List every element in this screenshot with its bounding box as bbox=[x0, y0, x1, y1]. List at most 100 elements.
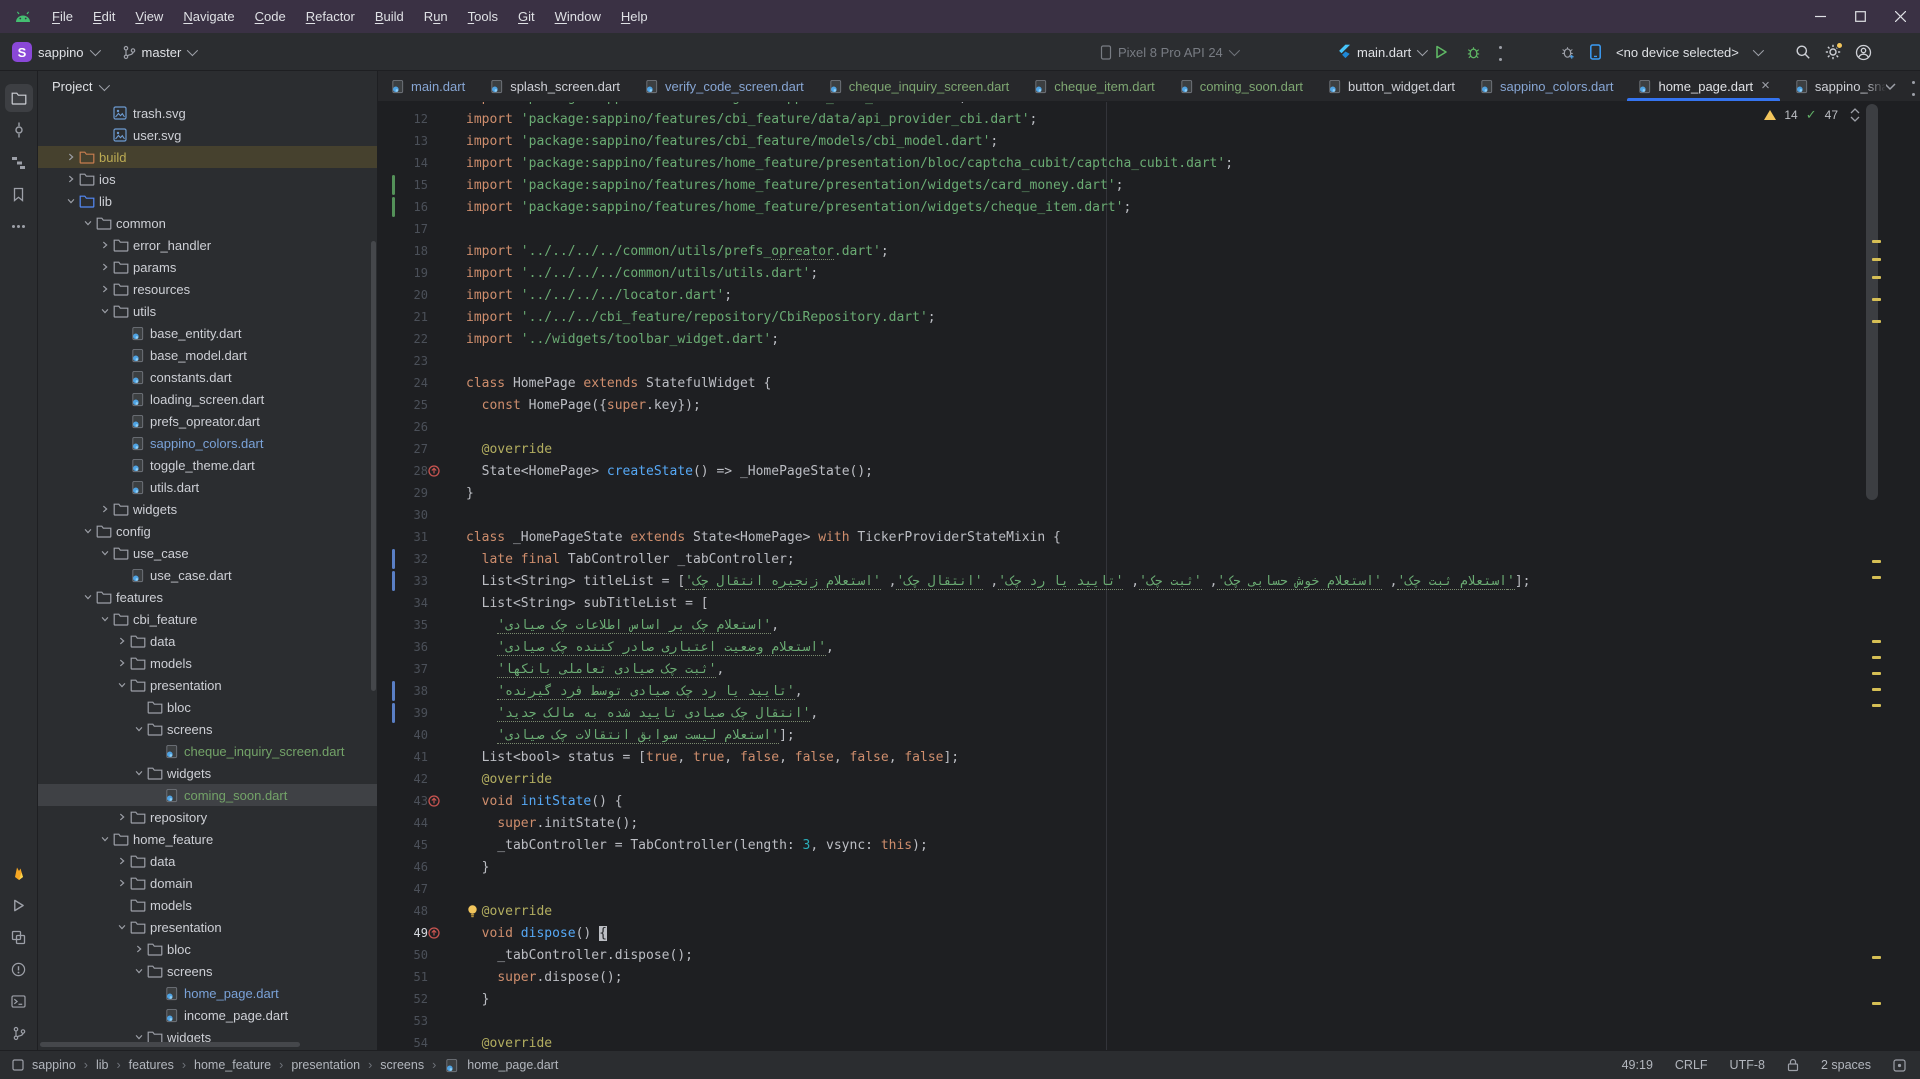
menu-navigate[interactable]: Navigate bbox=[173, 9, 244, 24]
device-selector[interactable]: Pixel 8 Pro API 24 bbox=[1100, 33, 1237, 71]
editor-tab-home_page-dart[interactable]: home_page.dart× bbox=[1625, 71, 1781, 101]
tree-chevron-icon[interactable] bbox=[114, 812, 130, 822]
search-everywhere-icon[interactable] bbox=[1795, 44, 1811, 60]
editor-tab-sappino_sna[interactable]: sappino_sna bbox=[1782, 71, 1886, 101]
code-line-22[interactable]: 22import '../widgets/toolbar_widget.dart… bbox=[378, 328, 1920, 350]
tree-item-common[interactable]: common bbox=[38, 212, 377, 234]
tree-horizontal-scrollbar[interactable] bbox=[40, 1042, 300, 1047]
tree-chevron-icon[interactable] bbox=[97, 614, 113, 624]
tree-item-lib[interactable]: lib bbox=[38, 190, 377, 212]
code-line-40[interactable]: 40 'استعلام لیست سوابق انتقالات چک صیادی… bbox=[378, 724, 1920, 746]
tree-chevron-icon[interactable] bbox=[80, 218, 96, 228]
code-line-34[interactable]: 34 List<String> subTitleList = [ bbox=[378, 592, 1920, 614]
code-line-28[interactable]: 28 State<HomePage> createState() => _Hom… bbox=[378, 460, 1920, 482]
git-branch-widget[interactable]: master bbox=[142, 45, 182, 60]
project-name-widget[interactable]: sappino bbox=[38, 45, 84, 60]
warning-stripe-mark[interactable] bbox=[1872, 258, 1881, 261]
tree-chevron-icon[interactable] bbox=[114, 878, 130, 888]
tree-item-models[interactable]: models bbox=[38, 894, 377, 916]
tree-item-toggle_theme-dart[interactable]: toggle_theme.dart bbox=[38, 454, 377, 476]
tree-chevron-icon[interactable] bbox=[114, 680, 130, 690]
breadcrumb-features[interactable]: features bbox=[129, 1058, 174, 1072]
editor-tab-button_widget-dart[interactable]: button_widget.dart bbox=[1315, 71, 1467, 101]
settings-gear-icon[interactable] bbox=[1825, 44, 1841, 60]
tree-item-cbi_feature[interactable]: cbi_feature bbox=[38, 608, 377, 630]
tree-item-utils[interactable]: utils bbox=[38, 300, 377, 322]
tree-item-models[interactable]: models bbox=[38, 652, 377, 674]
menu-git[interactable]: Git bbox=[508, 9, 545, 24]
menu-refactor[interactable]: Refactor bbox=[296, 9, 365, 24]
code-line-29[interactable]: 29} bbox=[378, 482, 1920, 504]
debug-button[interactable] bbox=[1466, 45, 1481, 60]
profile-account-icon[interactable] bbox=[1855, 44, 1872, 61]
breadcrumb-screens[interactable]: screens bbox=[380, 1058, 424, 1072]
code-line-23[interactable]: 23 bbox=[378, 350, 1920, 372]
tree-chevron-icon[interactable] bbox=[97, 834, 113, 844]
editor-tab-sappino_colors-dart[interactable]: sappino_colors.dart bbox=[1467, 71, 1625, 101]
code-line-35[interactable]: 35 'استعلام چک بر اساس اطلاعات چک صیادی'… bbox=[378, 614, 1920, 636]
tree-item-ios[interactable]: ios bbox=[38, 168, 377, 190]
run-tool-icon[interactable] bbox=[5, 891, 33, 919]
tree-item-user-svg[interactable]: user.svg bbox=[38, 124, 377, 146]
inspections-widget[interactable]: 14 ✓ 47 bbox=[1764, 107, 1860, 123]
tree-item-trash-svg[interactable]: trash.svg bbox=[38, 102, 377, 124]
code-line-17[interactable]: 17 bbox=[378, 218, 1920, 240]
tree-chevron-icon[interactable] bbox=[114, 658, 130, 668]
line-separator-widget[interactable]: CRLF bbox=[1675, 1058, 1708, 1072]
tree-item-widgets[interactable]: widgets bbox=[38, 762, 377, 784]
code-line-38[interactable]: 38 'تایید یا رد چک صیادی توسط فرد گیرنده… bbox=[378, 680, 1920, 702]
tree-item-use_case[interactable]: use_case bbox=[38, 542, 377, 564]
tree-chevron-icon[interactable] bbox=[80, 592, 96, 602]
project-icon[interactable] bbox=[5, 84, 33, 112]
breadcrumb-lib[interactable]: lib bbox=[96, 1058, 109, 1072]
override-method-icon[interactable] bbox=[428, 795, 440, 807]
warning-stripe-mark[interactable] bbox=[1872, 656, 1881, 659]
breadcrumb-presentation[interactable]: presentation bbox=[291, 1058, 360, 1072]
tree-item-cheque_inquiry_screen-dart[interactable]: cheque_inquiry_screen.dart bbox=[38, 740, 377, 762]
tree-chevron-icon[interactable] bbox=[114, 636, 130, 646]
warning-stripe-mark[interactable] bbox=[1872, 298, 1881, 301]
tree-chevron-icon[interactable] bbox=[114, 922, 130, 932]
warning-stripe-mark[interactable] bbox=[1872, 576, 1881, 579]
warning-stripe-mark[interactable] bbox=[1872, 560, 1881, 563]
code-line-46[interactable]: 46 } bbox=[378, 856, 1920, 878]
menu-edit[interactable]: Edit bbox=[83, 9, 125, 24]
menu-code[interactable]: Code bbox=[245, 9, 296, 24]
tree-chevron-icon[interactable] bbox=[97, 240, 113, 250]
code-line-54[interactable]: 54 @override bbox=[378, 1032, 1920, 1050]
menu-view[interactable]: View bbox=[125, 9, 173, 24]
code-line-30[interactable]: 30 bbox=[378, 504, 1920, 526]
code-line-14[interactable]: 14import 'package:sappino/features/home_… bbox=[378, 152, 1920, 174]
tree-item-resources[interactable]: resources bbox=[38, 278, 377, 300]
override-method-icon[interactable] bbox=[428, 465, 440, 477]
tree-chevron-icon[interactable] bbox=[131, 768, 147, 778]
code-line-39[interactable]: 39 'انتقال چک صیادی تایید شده به مالک جد… bbox=[378, 702, 1920, 724]
commit-icon[interactable] bbox=[5, 116, 33, 144]
tree-chevron-icon[interactable] bbox=[63, 196, 79, 206]
tree-chevron-icon[interactable] bbox=[63, 152, 79, 162]
breadcrumb-home_feature[interactable]: home_feature bbox=[194, 1058, 271, 1072]
indent-widget[interactable]: 2 spaces bbox=[1821, 1058, 1871, 1072]
tree-chevron-icon[interactable] bbox=[97, 504, 113, 514]
menu-file[interactable]: File bbox=[42, 9, 83, 24]
tree-chevron-icon[interactable] bbox=[114, 856, 130, 866]
project-header[interactable]: Project bbox=[38, 71, 377, 102]
tree-item-screens[interactable]: screens bbox=[38, 960, 377, 982]
close-tab-icon[interactable]: × bbox=[1761, 81, 1770, 91]
tree-chevron-icon[interactable] bbox=[131, 724, 147, 734]
tree-item-income_page-dart[interactable]: income_page.dart bbox=[38, 1004, 377, 1026]
code-editor[interactable]: 11import 'package:sappino/common/widgets… bbox=[378, 102, 1920, 1050]
notifications-icon[interactable] bbox=[1893, 1059, 1906, 1072]
tree-item-bloc[interactable]: bloc bbox=[38, 938, 377, 960]
tree-item-base_model-dart[interactable]: base_model.dart bbox=[38, 344, 377, 366]
tree-chevron-icon[interactable] bbox=[131, 944, 147, 954]
editor-tab-verify_code_screen-dart[interactable]: verify_code_screen.dart bbox=[632, 71, 816, 101]
version-control-icon[interactable] bbox=[5, 1019, 33, 1047]
code-line-27[interactable]: 27 @override bbox=[378, 438, 1920, 460]
code-line-52[interactable]: 52 } bbox=[378, 988, 1920, 1010]
tree-item-data[interactable]: data bbox=[38, 630, 377, 652]
warning-stripe-mark[interactable] bbox=[1872, 320, 1881, 323]
code-line-12[interactable]: 12import 'package:sappino/features/cbi_f… bbox=[378, 108, 1920, 130]
attach-debugger-icon[interactable] bbox=[1560, 45, 1575, 60]
device-phone-icon[interactable] bbox=[1589, 44, 1602, 60]
